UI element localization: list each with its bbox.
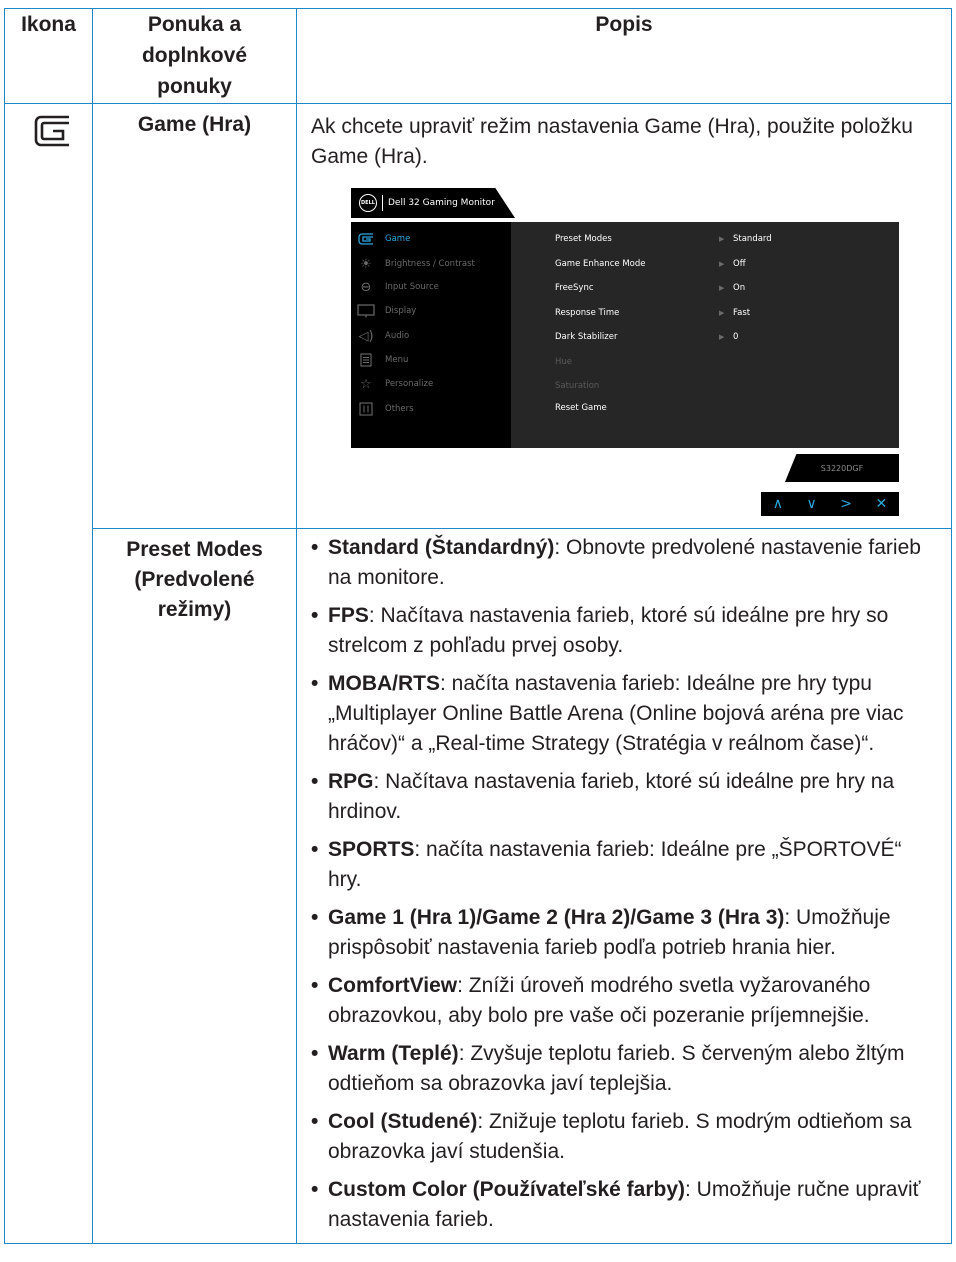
osd-menu-label: Game [385,234,411,244]
osd-setting-label: Hue [555,357,573,367]
list-item: FPS: Načítava nastavenia farieb, ktoré s… [311,601,939,661]
osd-setting-value: On [733,283,746,293]
osd-setting-value: Fast [733,308,751,318]
preset-mode-list: Standard (Štandardný): Obnovte predvolen… [297,529,951,1235]
input-source-icon: ⊖ [360,279,372,295]
header-icon: Ikona [4,8,93,104]
osd-setting-value: Standard [733,234,772,244]
osd-menu-label: Brightness / Contrast [385,259,475,269]
menu-name-preset: Preset Modes (Predvolené režimy) [126,538,263,621]
osd-setting-value: Off [733,259,746,269]
osd-setting-label: Reset Game [555,403,607,413]
osd-setting-label: Response Time [555,308,620,318]
nav-up-icon[interactable]: ∧ [773,496,783,512]
osd-menu-item-menu[interactable]: Menu [351,349,511,371]
osd-menu-label: Personalize [385,379,434,389]
osd-menu-label: Display [385,306,417,316]
header-description: Popis [296,8,952,104]
list-item: ComfortView: Zníži úroveň modrého svetla… [311,971,939,1031]
osd-menu-item-input-source[interactable]: ⊖ Input Source [351,276,511,298]
list-item: MOBA/RTS: načíta nastavenia farieb: Ideá… [311,669,939,759]
list-item: Game 1 (Hra 1)/Game 2 (Hra 2)/Game 3 (Hr… [311,903,939,963]
osd-menu-item-display[interactable]: Display [351,300,511,322]
osd-screenshot: DELL Dell 32 Gaming Monitor Game ☀ Brigh… [351,188,899,518]
osd-menu-item-others[interactable]: Others [351,398,511,420]
osd-menu-label: Audio [385,331,410,341]
osd-setting-label: Dark Stabilizer [555,332,618,342]
osd-setting-game-enhance[interactable]: Game Enhance Mode ▶ Off [555,253,895,275]
table-row-game: Game (Hra) Ak chcete upraviť režim nasta… [4,103,952,1244]
osd-setting-label: Saturation [555,381,600,391]
menu-name-game: Game (Hra) [137,113,252,136]
list-item: Standard (Štandardný): Obnovte predvolen… [311,533,939,593]
others-icon [357,402,375,416]
settings-table: Ikona Ponuka a doplnkové ponuky Popis Ga… [4,8,952,1244]
desc-cell-preset: Standard (Štandardný): Obnovte predvolen… [296,528,952,1244]
arrow-right-icon: ▶ [719,333,725,341]
arrow-right-icon: ▶ [719,309,725,317]
header-menu-text: Ponuka a doplnkové ponuky [141,13,247,98]
osd-setting-hue: Hue [555,351,895,373]
game-icon [34,115,69,147]
osd-setting-label: FreeSync [555,283,594,293]
osd-panel: Game ☀ Brightness / Contrast ⊖ Input Sou… [351,222,899,448]
osd-menu-item-personalize[interactable]: ☆ Personalize [351,373,511,395]
brightness-icon: ☀ [360,256,372,272]
dell-logo: DELL [359,194,377,212]
audio-icon: ◁) [358,328,374,344]
menu-cell-preset: Preset Modes (Predvolené režimy) [92,528,297,1244]
arrow-right-icon: ▶ [719,260,725,268]
osd-title: Dell 32 Gaming Monitor [388,198,495,208]
osd-setting-label: Preset Modes [555,234,612,244]
list-item: RPG: Načítava nastavenia farieb, ktoré s… [311,767,939,827]
nav-down-icon[interactable]: ∨ [807,496,817,512]
osd-menu-item-brightness[interactable]: ☀ Brightness / Contrast [351,253,511,275]
table-row-preset-modes: Preset Modes (Predvolené režimy) Standar… [5,528,952,1244]
menu-cell-game: Game (Hra) [92,103,297,529]
osd-setting-dark-stabilizer[interactable]: Dark Stabilizer ▶ 0 [555,326,895,348]
osd-setting-preset-modes[interactable]: Preset Modes ▶ Standard [555,228,895,250]
osd-menu-label: Menu [385,355,409,365]
table-header-row: Ikona Ponuka a doplnkové ponuky Popis [4,8,952,104]
osd-setting-freesync[interactable]: FreeSync ▶ On [555,277,895,299]
desc-cell-game: Ak chcete upraviť režim nastavenia Game … [296,103,952,529]
osd-setting-response-time[interactable]: Response Time ▶ Fast [555,302,895,324]
osd-menu-label: Others [385,404,414,414]
osd-title-tab: DELL Dell 32 Gaming Monitor [351,188,515,218]
osd-menu-item-audio[interactable]: ◁) Audio [351,325,511,347]
list-item: Custom Color (Používateľské farby): Umož… [311,1175,939,1235]
arrow-right-icon: ▶ [719,284,725,292]
list-item: SPORTS: načíta nastavenia farieb: Ideáln… [311,835,939,895]
list-item: Warm (Teplé): Zvyšuje teplotu farieb. S … [311,1039,939,1099]
game-description: Ak chcete upraviť režim nastavenia Game … [311,115,913,168]
osd-setting-label: Game Enhance Mode [555,259,646,269]
icon-cell [4,103,93,1244]
osd-menu-label: Input Source [385,282,439,292]
osd-setting-value: 0 [733,332,739,342]
arrow-right-icon: ▶ [719,235,725,243]
menu-icon [357,353,375,367]
osd-setting-saturation: Saturation [555,375,895,397]
osd-nav-bar: ∧ ∨ > ✕ [761,492,899,516]
osd-model-label: S3220DGF [785,454,899,482]
nav-right-icon[interactable]: > [840,496,852,512]
star-icon: ☆ [360,376,372,392]
list-item: Cool (Studené): Znižuje teplotu farieb. … [311,1107,939,1167]
osd-menu: Game ☀ Brightness / Contrast ⊖ Input Sou… [351,222,511,448]
osd-setting-reset-game[interactable]: Reset Game [555,397,895,419]
display-icon [357,304,375,318]
close-icon[interactable]: ✕ [875,496,887,512]
game-icon [357,232,375,246]
osd-menu-item-game[interactable]: Game [351,228,511,250]
header-menu: Ponuka a doplnkové ponuky [92,8,297,104]
